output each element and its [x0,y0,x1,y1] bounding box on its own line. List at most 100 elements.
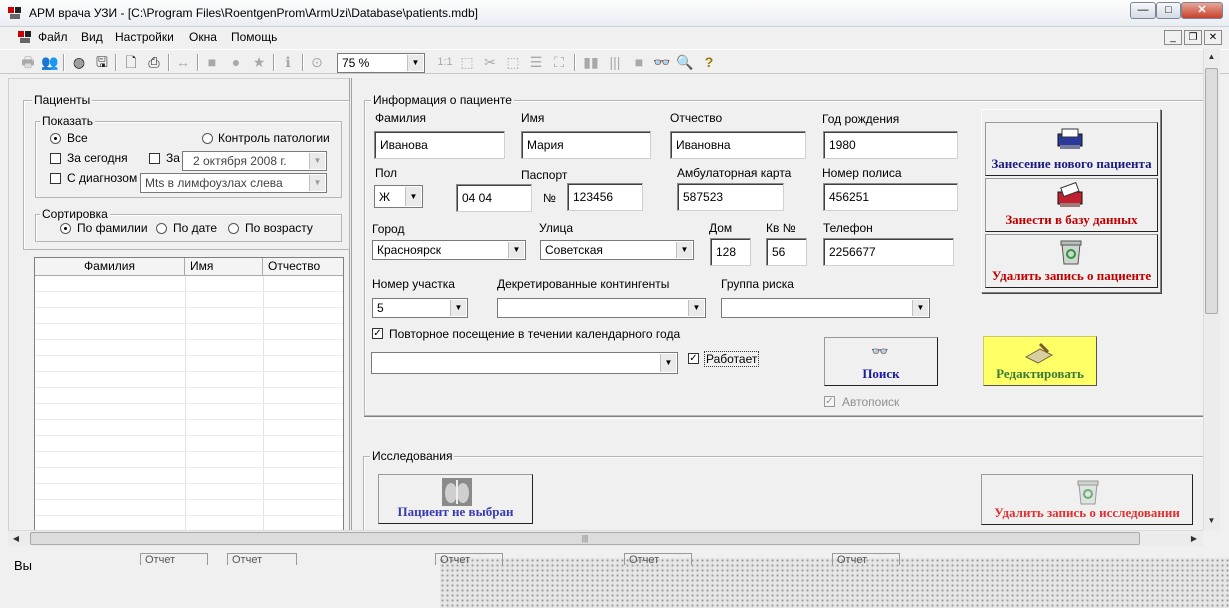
search-button[interactable]: 👓 Поиск [824,337,938,386]
delete-study-button[interactable]: Удалить запись о исследовании [981,474,1193,525]
city-select[interactable]: Красноярск ▼ [372,240,526,260]
columns-icon[interactable]: ▮▮ [582,54,600,71]
mdi-minimize-button[interactable]: _ [1164,30,1182,45]
card-field[interactable]: 587523 [677,183,784,211]
binoculars-icon[interactable]: 👓 [653,54,671,71]
checkbox-diagnosis[interactable] [50,173,61,184]
passport-number-field[interactable]: 123456 [567,183,643,211]
menu-settings[interactable]: Настройки [115,30,174,44]
chevron-down-icon[interactable]: ▼ [508,242,524,258]
selection-icon[interactable]: ⬚ [458,54,476,71]
patronymic-label: Отчество [670,111,723,125]
chevron-down-icon[interactable]: ▼ [912,300,928,316]
barcode-icon[interactable]: ||| [606,54,624,71]
diagnosis-select[interactable]: Mts в лимфоузлах слева ▼ [140,173,327,193]
toolbar-separator [115,54,117,71]
chevron-down-icon[interactable]: ▼ [405,187,421,206]
column-header-name[interactable]: Имя [185,258,263,276]
horizontal-scroll-thumb[interactable]: ||| [30,532,1140,545]
chevron-down-icon[interactable]: ▼ [407,55,423,71]
autosearch-checkbox[interactable]: ✓ [824,396,835,407]
patient-not-selected-button[interactable]: Пациент не выбран [378,474,533,524]
timer-icon[interactable]: ⊙ [308,54,326,71]
scroll-down-icon[interactable]: ▼ [1203,516,1220,525]
menu-view[interactable]: Вид [81,30,103,44]
risk-group-select[interactable]: ▼ [721,298,930,318]
delete-patient-button[interactable]: Удалить запись о пациенте [985,234,1158,288]
radio-all[interactable] [50,133,61,144]
checkbox-today[interactable] [50,153,61,164]
info-icon[interactable]: ℹ [279,54,297,71]
contingent-select[interactable]: ▼ [497,298,706,318]
house-field[interactable]: 128 [710,238,751,266]
chevron-down-icon[interactable]: ▼ [676,242,692,258]
radio-pathology[interactable] [202,133,213,144]
square-icon[interactable]: ■ [203,54,221,71]
repeat-visit-select[interactable]: ▼ [371,352,678,374]
phone-field[interactable]: 2256677 [823,238,954,266]
apartment-field[interactable]: 56 [766,238,807,266]
frame-icon[interactable]: ⛶ [550,54,568,71]
save-icon[interactable]: 🖫 [93,54,111,71]
column-header-surname[interactable]: Фамилия [35,258,185,276]
district-select[interactable]: 5 ▼ [372,298,468,318]
scroll-up-icon[interactable]: ▲ [1203,52,1220,61]
print-card-icon[interactable]: 🖶 [19,54,37,71]
stop-icon[interactable]: ■ [630,54,648,71]
mdi-close-button[interactable]: ✕ [1204,30,1222,45]
fit-width-icon[interactable]: ↔ [174,54,192,71]
minimize-button[interactable]: — [1130,2,1156,19]
chevron-down-icon[interactable]: ▼ [660,354,676,372]
radio-sort-name[interactable] [60,223,71,234]
repeat-visit-checkbox[interactable]: ✓ [372,328,383,339]
surname-field[interactable]: Иванова [374,131,505,159]
street-select[interactable]: Советская ▼ [540,240,694,260]
star-icon[interactable]: ★ [250,54,268,71]
policy-field[interactable]: 456251 [823,183,958,211]
chevron-down-icon[interactable]: ▼ [309,153,325,169]
radio-sort-age[interactable] [228,223,239,234]
zoom-select[interactable]: 75 % ▼ [337,53,425,73]
checkbox-period[interactable] [149,153,160,164]
menu-windows[interactable]: Окна [189,30,217,44]
date-picker[interactable]: 2 октября 2008 г. ▼ [182,151,327,171]
cut-icon[interactable]: ✂ [481,54,499,71]
save-to-db-button[interactable]: Занести в базу данных [985,178,1158,232]
mdi-restore-button[interactable]: ❐ [1184,30,1202,45]
app-icon[interactable] [7,5,23,21]
new-patient-button[interactable]: Занесение нового пациента [985,122,1158,176]
chevron-down-icon[interactable]: ▼ [688,300,704,316]
column-header-patronymic[interactable]: Отчество [263,258,343,276]
vertical-scroll-thumb[interactable] [1205,68,1218,314]
print-preview-icon[interactable]: 🗋 [122,54,140,71]
chevron-down-icon[interactable]: ▼ [450,300,466,316]
actual-size-icon[interactable]: 1:1 [434,54,456,71]
birth-year-field[interactable]: 1980 [823,131,958,159]
menu-file[interactable]: Файл [38,30,68,44]
scroll-right-icon[interactable]: ▶ [1188,534,1200,543]
close-button[interactable]: ✕ [1181,2,1223,19]
help-icon[interactable]: ? [700,54,718,71]
globe-icon[interactable]: ◍ [70,54,88,71]
zoom-in-icon[interactable]: 🔍 [676,54,694,71]
menu-help[interactable]: Помощь [231,30,277,44]
autosearch-label: Автопоиск [842,395,900,409]
district-label: Номер участка [372,277,455,291]
radio-sort-date[interactable] [156,223,167,234]
sex-select[interactable]: Ж ▼ [374,185,423,208]
patients-icon[interactable]: 👥 [41,54,59,71]
circle-icon[interactable]: ● [227,54,245,71]
chevron-down-icon[interactable]: ▼ [309,175,325,191]
name-field[interactable]: Мария [521,131,651,159]
patronymic-field[interactable]: Ивановна [670,131,806,159]
edit-button[interactable]: Редактировать [983,336,1097,386]
passport-series-field[interactable]: 04 04 [456,184,532,212]
scroll-left-icon[interactable]: ◀ [10,534,22,543]
status-panel: Отчет [832,553,900,565]
maximize-button[interactable]: □ [1156,2,1181,19]
printer-icon[interactable]: ⎙ [145,54,163,71]
document-icon[interactable] [17,29,33,45]
crop-icon[interactable]: ⬚ [504,54,522,71]
works-checkbox[interactable]: ✓ [688,353,699,364]
list-icon[interactable]: ☰ [527,54,545,71]
